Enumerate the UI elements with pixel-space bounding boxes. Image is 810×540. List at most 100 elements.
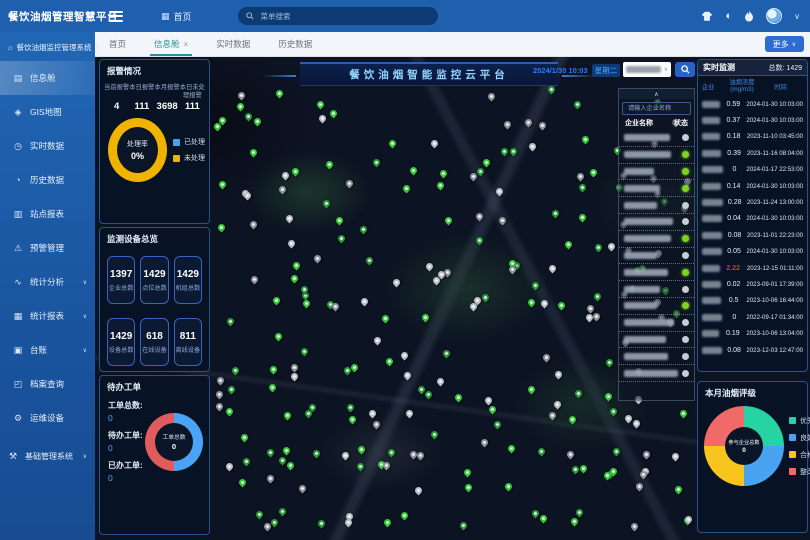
map-pin-online[interactable] bbox=[570, 516, 580, 526]
map-pin-online[interactable] bbox=[388, 138, 398, 148]
map-pin-online[interactable] bbox=[244, 111, 254, 121]
menu-search-input[interactable] bbox=[259, 11, 430, 22]
company-row[interactable] bbox=[619, 231, 694, 248]
sidebar-item-GIS地图[interactable]: ◈GIS地图 bbox=[0, 95, 95, 129]
map-pin-online[interactable] bbox=[254, 509, 264, 519]
map-pin-online[interactable] bbox=[509, 147, 519, 157]
map-pin-offline[interactable] bbox=[430, 138, 440, 148]
map-pin-online[interactable] bbox=[421, 312, 431, 322]
map-pin-online[interactable] bbox=[216, 222, 226, 232]
map-pin-online[interactable] bbox=[459, 521, 469, 531]
map-pin-online[interactable] bbox=[573, 100, 583, 110]
map-pin-online[interactable] bbox=[291, 260, 301, 270]
company-row[interactable] bbox=[619, 214, 694, 231]
company-row[interactable] bbox=[619, 147, 694, 164]
map-pin-online[interactable] bbox=[227, 384, 237, 394]
company-search-input[interactable] bbox=[626, 104, 687, 113]
map-pin-online[interactable] bbox=[385, 357, 395, 367]
map-pin-offline[interactable] bbox=[265, 473, 275, 483]
map-search-button[interactable] bbox=[675, 62, 695, 77]
tab-close-icon[interactable]: × bbox=[184, 40, 189, 49]
map-pin-online[interactable] bbox=[281, 445, 291, 455]
map-pin-offline[interactable] bbox=[540, 298, 550, 308]
map-pin-online[interactable] bbox=[269, 365, 279, 375]
company-row[interactable] bbox=[619, 180, 694, 197]
map-pin-offline[interactable] bbox=[497, 215, 507, 225]
map-pin-online[interactable] bbox=[435, 181, 445, 191]
map-pin-online[interactable] bbox=[286, 460, 296, 470]
map-pin-offline[interactable] bbox=[523, 118, 533, 128]
map-pin-offline[interactable] bbox=[527, 141, 537, 151]
realtime-row[interactable]: 2.222023-12-15 01:11:00 bbox=[698, 260, 807, 276]
map-pin-offline[interactable] bbox=[372, 419, 382, 429]
map-pin-online[interactable] bbox=[526, 385, 536, 395]
map-pin-online[interactable] bbox=[439, 169, 449, 179]
realtime-row[interactable]: 0.082023-11-01 22:23:00 bbox=[698, 227, 807, 243]
map-pin-online[interactable] bbox=[226, 317, 236, 327]
map-pin-offline[interactable] bbox=[541, 353, 551, 363]
map-pin-online[interactable] bbox=[337, 233, 347, 243]
sidebar-item-站点报表[interactable]: ▥站点报表 bbox=[0, 197, 95, 231]
map-pin-online[interactable] bbox=[605, 357, 615, 367]
map-pin-online[interactable] bbox=[230, 366, 240, 376]
map-pin-online[interactable] bbox=[334, 215, 344, 225]
company-search-field[interactable] bbox=[622, 102, 691, 115]
map-pin-offline[interactable] bbox=[586, 303, 596, 313]
realtime-row[interactable]: 0.022023-09-01 17:39:00 bbox=[698, 276, 807, 292]
map-pin-offline[interactable] bbox=[566, 450, 576, 460]
map-pin-online[interactable] bbox=[289, 274, 299, 284]
breadcrumb-home[interactable]: ▦ 首页 bbox=[161, 10, 192, 23]
company-select[interactable]: ∨ bbox=[623, 62, 671, 77]
user-avatar[interactable] bbox=[766, 8, 782, 24]
map-pin-offline[interactable] bbox=[547, 410, 557, 420]
user-menu-chevron-icon[interactable]: ∨ bbox=[794, 12, 800, 21]
company-row[interactable] bbox=[619, 264, 694, 281]
map-pin-online[interactable] bbox=[267, 383, 277, 393]
map-pin-offline[interactable] bbox=[249, 275, 259, 285]
realtime-row[interactable]: 0.142024-01-30 10:03:00 bbox=[698, 178, 807, 194]
map-pin-offline[interactable] bbox=[475, 212, 485, 222]
realtime-row[interactable]: 0.052024-01-30 10:03:00 bbox=[698, 244, 807, 260]
company-row[interactable] bbox=[619, 281, 694, 298]
map-pin-offline[interactable] bbox=[548, 263, 558, 273]
sidebar-item-运维设备[interactable]: ⚙运维设备 bbox=[0, 401, 95, 435]
company-row[interactable] bbox=[619, 298, 694, 315]
map-pin-online[interactable] bbox=[480, 293, 490, 303]
realtime-row[interactable]: 02022-09-17 01:34:00 bbox=[698, 309, 807, 325]
map-pin-offline[interactable] bbox=[312, 254, 322, 264]
map-pin-offline[interactable] bbox=[290, 363, 300, 373]
map-pin-offline[interactable] bbox=[214, 389, 224, 399]
sidebar-item-统计报表[interactable]: ▦统计报表∨ bbox=[0, 299, 95, 333]
map-pin-online[interactable] bbox=[271, 296, 281, 306]
map-pin-online[interactable] bbox=[225, 406, 235, 416]
map-pin-online[interactable] bbox=[238, 478, 248, 488]
map-pin-online[interactable] bbox=[444, 216, 454, 226]
map-pin-online[interactable] bbox=[564, 240, 574, 250]
map-pin-online[interactable] bbox=[249, 148, 259, 158]
map-pin-offline[interactable] bbox=[344, 518, 354, 528]
realtime-row[interactable]: 0.392023-11-16 08:04:00 bbox=[698, 145, 807, 161]
map-pin-offline[interactable] bbox=[215, 402, 225, 412]
map-pin-online[interactable] bbox=[347, 414, 357, 424]
map-pin-online[interactable] bbox=[356, 462, 366, 472]
realtime-row[interactable]: 0.52023-10-06 16:44:00 bbox=[698, 293, 807, 309]
map-pin-offline[interactable] bbox=[575, 171, 585, 181]
realtime-row[interactable]: 0.282023-11-24 13:00:00 bbox=[698, 194, 807, 210]
map-pin-online[interactable] bbox=[547, 85, 557, 95]
map-pin-offline[interactable] bbox=[285, 214, 295, 224]
map-pin-online[interactable] bbox=[382, 517, 392, 527]
hamburger-menu-icon[interactable] bbox=[109, 11, 123, 22]
map-pin-online[interactable] bbox=[356, 445, 366, 455]
map-pin-offline[interactable] bbox=[630, 522, 640, 532]
realtime-row[interactable]: 0.042024-01-30 10:03:00 bbox=[698, 211, 807, 227]
map-pin-offline[interactable] bbox=[280, 171, 290, 181]
realtime-row[interactable]: 02024-01-17 22:53:00 bbox=[698, 162, 807, 178]
map-pin-online[interactable] bbox=[345, 402, 355, 412]
sidebar-item-基础管理系统[interactable]: ⚒基础管理系统∨ bbox=[0, 439, 95, 473]
map-pin-online[interactable] bbox=[594, 242, 604, 252]
realtime-row[interactable]: 0.372024-01-30 10:03:00 bbox=[698, 112, 807, 128]
company-row[interactable] bbox=[619, 164, 694, 181]
map-pin-offline[interactable] bbox=[632, 419, 642, 429]
map-pin-offline[interactable] bbox=[436, 376, 446, 386]
map-pin-online[interactable] bbox=[266, 447, 276, 457]
